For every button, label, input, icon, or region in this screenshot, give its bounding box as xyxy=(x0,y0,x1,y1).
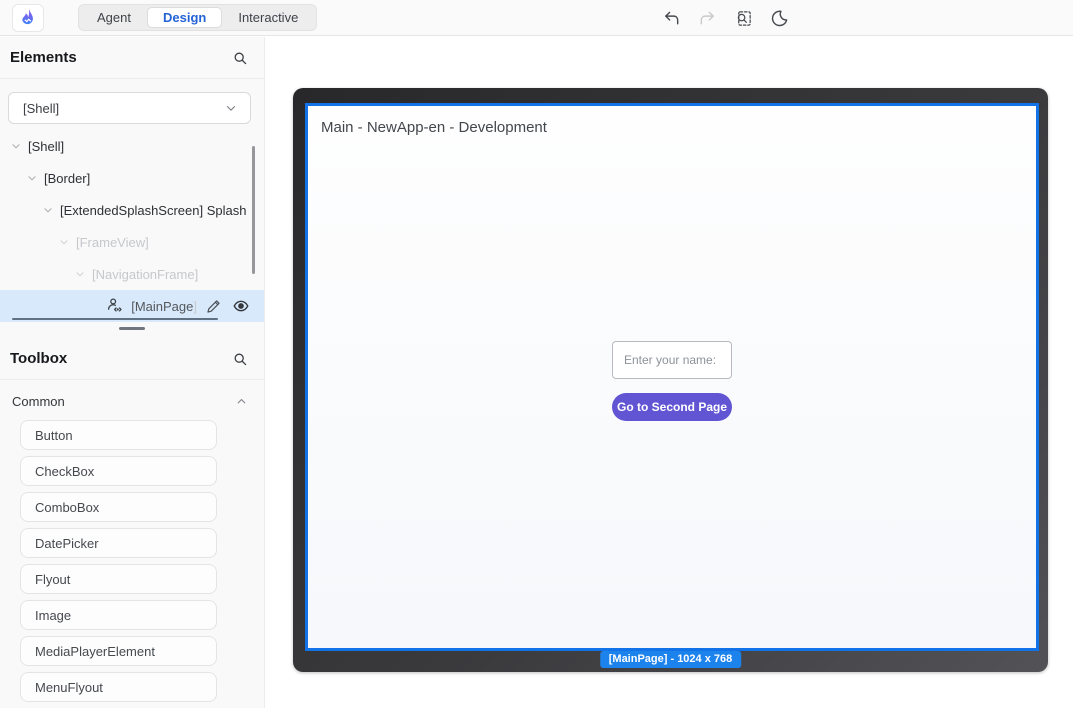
tree-item-label: [Shell] xyxy=(28,139,64,154)
panel-splitter-handle[interactable] xyxy=(119,327,145,330)
toolbox-item-image[interactable]: Image xyxy=(20,600,217,630)
top-toolbar: Agent Design Interactive xyxy=(0,0,1073,36)
tree-item-navigationframe[interactable]: [NavigationFrame] xyxy=(0,258,264,290)
chevron-down-icon[interactable] xyxy=(10,140,22,152)
toolbox-item-datepicker[interactable]: DatePicker xyxy=(20,528,217,558)
design-canvas: Main - NewApp-en - Development Go to Sec… xyxy=(266,37,1073,708)
toolbox-item-menuflyout[interactable]: MenuFlyout xyxy=(20,672,217,702)
tree-item-label: [ExtendedSplashScreen] Splash xyxy=(60,203,246,218)
visibility-eye-icon[interactable] xyxy=(232,297,250,315)
app-window-title: Main - NewApp-en - Development xyxy=(321,119,547,136)
chevron-down-icon[interactable] xyxy=(42,204,54,216)
toolbox-item-flyout[interactable]: Flyout xyxy=(20,564,217,594)
device-monitor-frame: Main - NewApp-en - Development Go to Sec… xyxy=(293,88,1048,672)
elements-search-icon[interactable] xyxy=(232,50,248,66)
undo-icon[interactable] xyxy=(658,5,684,31)
go-to-second-page-button[interactable]: Go to Second Page xyxy=(612,393,732,421)
elements-tree: [Shell] [Border] [ExtendedSplashScreen] … xyxy=(0,130,264,322)
dark-mode-moon-icon[interactable] xyxy=(766,5,792,31)
tree-item-border[interactable]: [Border] xyxy=(0,162,264,194)
tree-item-mainpage-selected[interactable]: [MainPage] xyxy=(0,290,264,322)
zoom-to-fit-icon[interactable] xyxy=(730,5,756,31)
left-sidebar: Elements [Shell] [Shell] [Border] [Exten… xyxy=(0,37,265,708)
chevron-down-icon[interactable] xyxy=(58,236,70,248)
tab-interactive[interactable]: Interactive xyxy=(222,7,314,28)
mainpage-name-text[interactable]: [MainPage xyxy=(131,299,193,314)
toolbox-section-label: Common xyxy=(12,394,65,409)
chevron-down-icon[interactable] xyxy=(74,268,86,280)
toolbox-panel-title: Toolbox xyxy=(10,350,67,367)
toolbox-item-list: Button CheckBox ComboBox DatePicker Flyo… xyxy=(0,416,264,708)
root-element-dropdown[interactable]: [Shell] xyxy=(8,92,251,124)
design-surface[interactable]: Main - NewApp-en - Development Go to Sec… xyxy=(305,103,1039,651)
toolbox-item-checkbox[interactable]: CheckBox xyxy=(20,456,217,486)
tree-item-label: [FrameView] xyxy=(76,235,149,250)
name-textbox[interactable] xyxy=(612,341,732,379)
elements-tree-scrollbar[interactable] xyxy=(252,146,255,274)
toolbar-icon-group xyxy=(658,5,792,31)
toolbox-search-icon[interactable] xyxy=(232,351,248,367)
tree-item-frameview[interactable]: [FrameView] xyxy=(0,226,264,258)
chevron-up-icon xyxy=(235,395,248,408)
mode-switcher: Agent Design Interactive xyxy=(78,4,317,31)
app-logo-button[interactable] xyxy=(12,4,44,32)
root-element-dropdown-value: [Shell] xyxy=(23,101,59,116)
tree-item-shell[interactable]: [Shell] xyxy=(0,130,264,162)
toolbox-panel-header: Toolbox xyxy=(0,338,264,380)
tab-design[interactable]: Design xyxy=(147,7,222,28)
chevron-down-icon xyxy=(224,101,238,115)
elements-panel-title: Elements xyxy=(10,49,77,66)
rename-underline xyxy=(12,318,218,320)
tree-item-label: [Border] xyxy=(44,171,90,186)
toolbox-item-mediaplayerelement[interactable]: MediaPlayerElement xyxy=(20,636,217,666)
tree-item-extendedsplashscreen[interactable]: [ExtendedSplashScreen] Splash xyxy=(0,194,264,226)
tab-agent[interactable]: Agent xyxy=(81,7,147,28)
elements-panel-header: Elements xyxy=(0,37,264,79)
toolbox-section-common[interactable]: Common xyxy=(0,386,264,416)
page-size-badge: [MainPage] - 1024 x 768 xyxy=(600,651,742,668)
code-behind-person-icon xyxy=(105,296,125,316)
hot-design-flame-icon xyxy=(19,8,37,28)
rename-pencil-icon[interactable] xyxy=(205,298,222,315)
toolbox-item-combobox[interactable]: ComboBox xyxy=(20,492,217,522)
chevron-down-icon[interactable] xyxy=(26,172,38,184)
redo-icon[interactable] xyxy=(694,5,720,31)
tree-item-label: [NavigationFrame] xyxy=(92,267,198,282)
mainpage-name-bracket: ] xyxy=(193,299,197,314)
toolbox-item-button[interactable]: Button xyxy=(20,420,217,450)
